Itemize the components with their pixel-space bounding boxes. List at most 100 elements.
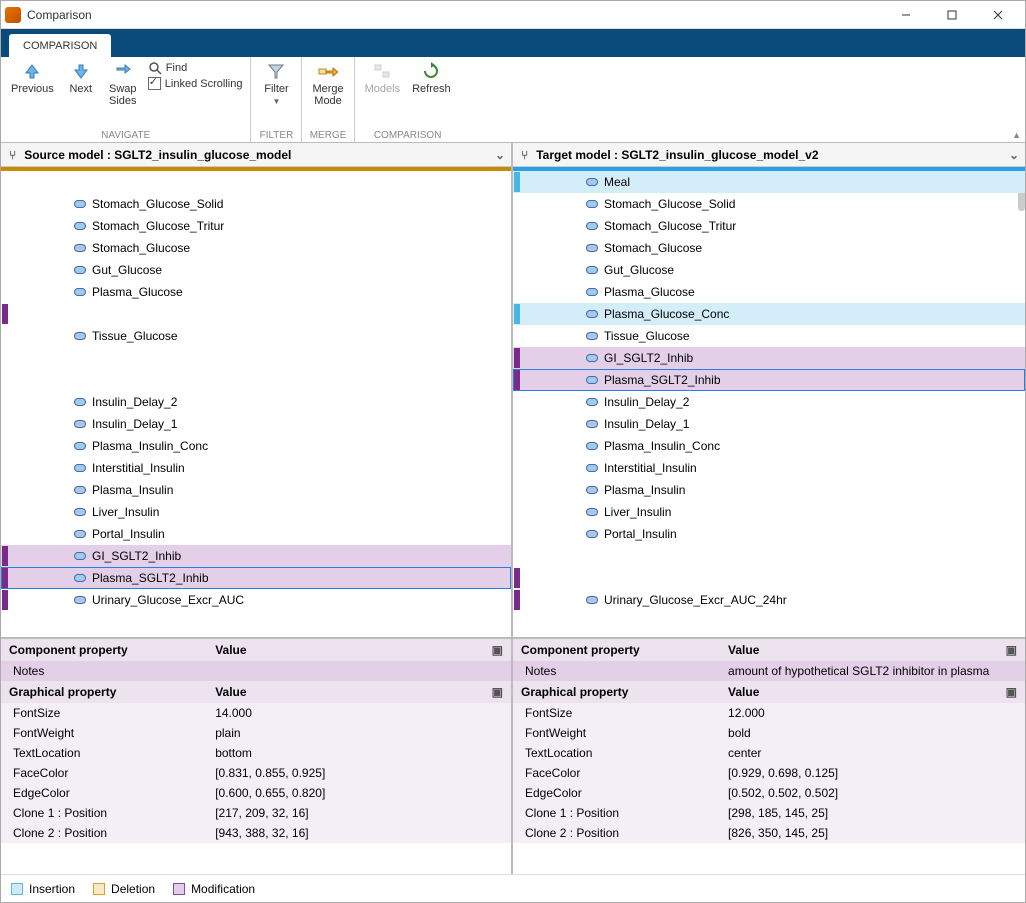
tree-row[interactable]: Stomach_Glucose_Tritur	[513, 215, 1025, 237]
target-label: Target model : SGLT2_insulin_glucose_mod…	[536, 148, 818, 162]
tree-row[interactable]: Urinary_Glucose_Excr_AUC_24hr	[513, 589, 1025, 611]
close-button[interactable]	[975, 1, 1021, 29]
row-label: Gut_Glucose	[92, 263, 162, 277]
property-row[interactable]: Clone 1 : Position[217, 209, 32, 16]	[1, 803, 511, 823]
tree-row[interactable]: Plasma_SGLT2_Inhib	[1, 567, 511, 589]
species-icon	[74, 420, 86, 428]
previous-label: Previous	[11, 83, 54, 95]
tree-row[interactable]: Insulin_Delay_2	[1, 391, 511, 413]
tree-row[interactable]: Portal_Insulin	[1, 523, 511, 545]
graphical-property-header: Graphical propertyValue▣	[1, 681, 511, 703]
next-button[interactable]: Next	[60, 59, 102, 97]
species-icon	[74, 266, 86, 274]
property-row[interactable]: EdgeColor[0.502, 0.502, 0.502]	[513, 783, 1025, 803]
tree-row[interactable]: Insulin_Delay_2	[513, 391, 1025, 413]
tree-row[interactable]: Insulin_Delay_1	[513, 413, 1025, 435]
property-row[interactable]: FaceColor[0.929, 0.698, 0.125]	[513, 763, 1025, 783]
maximize-button[interactable]	[929, 1, 975, 29]
linked-scrolling-checkbox[interactable]: Linked Scrolling	[148, 77, 243, 90]
property-row[interactable]: Clone 2 : Position[826, 350, 145, 25]	[513, 823, 1025, 843]
target-pane-header[interactable]: ⑂ Target model : SGLT2_insulin_glucose_m…	[513, 143, 1025, 167]
tree-row[interactable]: Tissue_Glucose	[513, 325, 1025, 347]
tree-row[interactable]: Plasma_Insulin	[513, 479, 1025, 501]
species-icon	[586, 398, 598, 406]
collapse-icon[interactable]: ▣	[492, 685, 503, 699]
tree-row[interactable]: Gut_Glucose	[513, 259, 1025, 281]
tree-row[interactable]: Stomach_Glucose_Solid	[513, 193, 1025, 215]
tree-row[interactable]	[513, 545, 1025, 567]
tree-row[interactable]: Plasma_Glucose	[513, 281, 1025, 303]
tree-row[interactable]	[1, 369, 511, 391]
tree-row[interactable]: Interstitial_Insulin	[513, 457, 1025, 479]
property-row[interactable]: FontWeightplain	[1, 723, 511, 743]
tree-row[interactable]: Stomach_Glucose_Solid	[1, 193, 511, 215]
source-pane-header[interactable]: ⑂ Source model : SGLT2_insulin_glucose_m…	[1, 143, 511, 167]
tree-row[interactable]: Insulin_Delay_1	[1, 413, 511, 435]
fork-icon: ⑂	[9, 148, 16, 162]
minimize-button[interactable]	[883, 1, 929, 29]
tree-row[interactable]: GI_SGLT2_Inhib	[1, 545, 511, 567]
property-row[interactable]: TextLocationcenter	[513, 743, 1025, 763]
tree-row[interactable]: Interstitial_Insulin	[1, 457, 511, 479]
property-row[interactable]: TextLocationbottom	[1, 743, 511, 763]
find-button[interactable]: Find	[148, 61, 243, 75]
refresh-label: Refresh	[412, 83, 451, 95]
tree-row[interactable]: Plasma_Insulin	[1, 479, 511, 501]
toolbar-collapse-icon[interactable]: ▲	[1012, 130, 1021, 140]
property-row[interactable]: FontSize14.000	[1, 703, 511, 723]
tree-row[interactable]	[1, 303, 511, 325]
collapse-icon[interactable]: ▣	[1006, 685, 1017, 699]
window-title: Comparison	[27, 8, 883, 22]
tree-row[interactable]: Plasma_Glucose	[1, 281, 511, 303]
filter-button[interactable]: Filter ▼	[255, 59, 297, 108]
window-controls	[883, 1, 1021, 29]
notes-row[interactable]: Notes	[1, 661, 511, 681]
tree-row[interactable]	[1, 347, 511, 369]
source-tree[interactable]: Stomach_Glucose_Solid Stomach_Glucose_Tri…	[1, 171, 511, 637]
chevron-down-icon[interactable]: ⌄	[1009, 148, 1019, 162]
property-row[interactable]: EdgeColor[0.600, 0.655, 0.820]	[1, 783, 511, 803]
property-row[interactable]: Clone 2 : Position[943, 388, 32, 16]	[1, 823, 511, 843]
tree-row[interactable]: Stomach_Glucose	[1, 237, 511, 259]
tree-row[interactable]: Liver_Insulin	[513, 501, 1025, 523]
row-label: GI_SGLT2_Inhib	[604, 351, 693, 365]
tree-row[interactable]: Meal	[513, 171, 1025, 193]
tree-row[interactable]: Plasma_Insulin_Conc	[1, 435, 511, 457]
tree-row[interactable]: Gut_Glucose	[1, 259, 511, 281]
collapse-icon[interactable]: ▣	[1006, 643, 1017, 657]
tree-row[interactable]	[1, 171, 511, 193]
row-label: Plasma_Glucose	[604, 285, 695, 299]
merge-mode-button[interactable]: Merge Mode	[306, 59, 349, 109]
tree-row[interactable]: Plasma_Insulin_Conc	[513, 435, 1025, 457]
tree-row[interactable]: Urinary_Glucose_Excr_AUC	[1, 589, 511, 611]
species-icon	[586, 178, 598, 186]
linked-scrolling-label: Linked Scrolling	[165, 78, 243, 90]
row-label: Insulin_Delay_2	[92, 395, 177, 409]
property-row[interactable]: FontSize12.000	[513, 703, 1025, 723]
property-row[interactable]: FaceColor[0.831, 0.855, 0.925]	[1, 763, 511, 783]
tree-row[interactable]: Portal_Insulin	[513, 523, 1025, 545]
row-label: Stomach_Glucose_Solid	[92, 197, 223, 211]
chevron-down-icon[interactable]: ⌄	[495, 148, 505, 162]
tree-row[interactable]: Plasma_Glucose_Conc	[513, 303, 1025, 325]
source-label: Source model : SGLT2_insulin_glucose_mod…	[24, 148, 291, 162]
species-icon	[74, 464, 86, 472]
collapse-icon[interactable]: ▣	[492, 643, 503, 657]
tree-row[interactable]: Stomach_Glucose	[513, 237, 1025, 259]
tree-row[interactable]: Plasma_SGLT2_Inhib	[513, 369, 1025, 391]
tab-comparison[interactable]: COMPARISON	[9, 34, 111, 57]
target-tree[interactable]: MealStomach_Glucose_SolidStomach_Glucose…	[513, 171, 1025, 637]
previous-button[interactable]: Previous	[5, 59, 60, 97]
row-label: Liver_Insulin	[604, 505, 671, 519]
tree-row[interactable]: Stomach_Glucose_Tritur	[1, 215, 511, 237]
refresh-button[interactable]: Refresh	[406, 59, 457, 97]
tree-row[interactable]: Tissue_Glucose	[1, 325, 511, 347]
tree-row[interactable]	[513, 567, 1025, 589]
tree-row[interactable]: GI_SGLT2_Inhib	[513, 347, 1025, 369]
tree-row[interactable]: Liver_Insulin	[1, 501, 511, 523]
notes-row[interactable]: Notesamount of hypothetical SGLT2 inhibi…	[513, 661, 1025, 681]
property-row[interactable]: Clone 1 : Position[298, 185, 145, 25]	[513, 803, 1025, 823]
row-label: Plasma_Glucose	[92, 285, 183, 299]
property-row[interactable]: FontWeightbold	[513, 723, 1025, 743]
swap-sides-button[interactable]: Swap Sides	[102, 59, 144, 109]
